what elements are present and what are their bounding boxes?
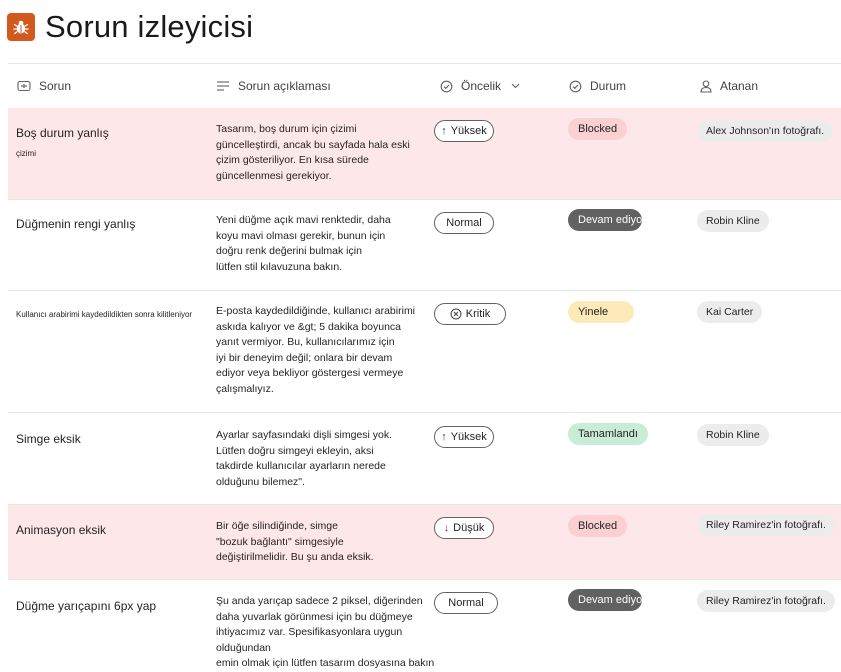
assignee-chip[interactable]: Robin Kline bbox=[697, 210, 769, 232]
description-line: Lütfen doğru simgeyi ekleyin, aksi bbox=[216, 444, 374, 457]
description-line: doğru renk değerini bulmak için bbox=[216, 245, 362, 257]
priority-label: Normal bbox=[446, 217, 482, 229]
column-header-priority[interactable]: Öncelik bbox=[440, 64, 528, 108]
description-line: Tasarım, boş durum için çizimi bbox=[216, 123, 357, 135]
priority-pill[interactable]: ↓ Düşük bbox=[434, 517, 494, 539]
issue-title[interactable]: Simge eksik bbox=[16, 431, 81, 447]
assignee-chip[interactable]: Riley Ramirez'in fotoğrafı. bbox=[697, 590, 835, 612]
description-line: değiştirilmelidir. Bu şu anda eksik. bbox=[216, 551, 374, 563]
chevron-down-icon[interactable] bbox=[511, 83, 520, 89]
description-line: takdirde kullanıcılar ayarların nerede bbox=[216, 460, 386, 472]
arrow-down-icon: ↓ bbox=[443, 522, 450, 534]
column-header-assignee[interactable]: Atanan bbox=[700, 64, 758, 108]
column-header-issue[interactable]: Sorun bbox=[17, 64, 71, 108]
description-line: askıda kalıyor ve &gt; 5 dakika boyunca bbox=[216, 320, 402, 333]
text-lines-icon bbox=[217, 81, 229, 91]
page-title: Sorun izleyicisi bbox=[45, 9, 254, 44]
description-line: Şu anda yarıçap sadece 2 piksel, diğerin… bbox=[216, 595, 423, 607]
priority-label: Normal bbox=[448, 597, 484, 609]
description-line: lütfen stil kılavuzuna bakın. bbox=[216, 260, 343, 273]
description-line: Bir öğe silindiğinde, simge bbox=[216, 520, 338, 532]
issue-title[interactable]: Animasyon eksik bbox=[16, 522, 106, 538]
table-row[interactable]: Düğme yarıçapını 6px yap Şu anda yarıçap… bbox=[8, 580, 841, 669]
description-line: E-posta kaydedildiğinde, kullanıcı arabi… bbox=[216, 305, 416, 317]
issue-title[interactable]: Düğme yarıçapını 6px yap bbox=[16, 598, 156, 614]
description-line: çalışmalıyız. bbox=[216, 382, 274, 395]
status-badge[interactable]: Yinele bbox=[568, 301, 634, 323]
assignee-chip[interactable]: Riley Ramirez'in fotoğrafı. bbox=[697, 514, 835, 536]
issue-title[interactable]: Düğmenin rengi yanlış bbox=[16, 216, 135, 232]
column-label-issue: Sorun bbox=[39, 79, 72, 93]
priority-pill[interactable]: ↑ Yüksek bbox=[434, 426, 494, 448]
app-header: Sorun izleyicisi bbox=[7, 9, 253, 45]
description-line: Ayarlar sayfasındaki dişli simgesi yok. bbox=[216, 429, 393, 441]
status-badge[interactable]: Devam ediyor bbox=[568, 589, 642, 611]
priority-label: Kritik bbox=[465, 308, 491, 320]
issue-description: Şu anda yarıçap sadece 2 piksel, diğerin… bbox=[216, 594, 452, 672]
column-header-status[interactable]: Durum bbox=[569, 64, 626, 108]
priority-label: Yüksek bbox=[450, 125, 487, 137]
priority-label: Yüksek bbox=[450, 431, 487, 443]
table-row[interactable]: Düğmenin rengi yanlış Yeni düğme açık ma… bbox=[8, 200, 841, 291]
assignee-chip[interactable]: Alex Johnson'ın fotoğrafı. bbox=[697, 120, 834, 142]
table-row[interactable]: Animasyon eksik Bir öğe silindiğinde, si… bbox=[8, 505, 841, 580]
description-line: koyu mavi olması gerekir, bunun için bbox=[216, 229, 386, 242]
priority-pill[interactable]: Kritik bbox=[434, 303, 506, 325]
priority-pill[interactable]: ↑ Yüksek bbox=[434, 120, 494, 142]
person-icon bbox=[700, 79, 712, 93]
column-label-priority: Öncelik bbox=[461, 79, 502, 93]
issue-subtitle: çizimi bbox=[16, 149, 36, 158]
description-line: Yeni düğme açık mavi renktedir, daha bbox=[216, 214, 391, 226]
arrow-up-icon: ↑ bbox=[441, 431, 447, 443]
priority-pill[interactable]: Normal bbox=[434, 592, 498, 614]
issue-description: Yeni düğme açık mavi renktedir, daha koy… bbox=[216, 213, 452, 275]
arrow-up-icon: ↑ bbox=[441, 125, 447, 137]
check-circle-icon bbox=[569, 80, 582, 92]
table-row[interactable]: Kullanıcı arabirimi kaydedildikten sonra… bbox=[8, 291, 841, 413]
status-badge[interactable]: Tamamlandı bbox=[568, 423, 648, 445]
issue-description: Ayarlar sayfasındaki dişli simgesi yok. … bbox=[216, 428, 452, 490]
issue-description: E-posta kaydedildiğinde, kullanıcı arabi… bbox=[216, 304, 452, 397]
table-row[interactable]: Boş durum yanlış çizimi Tasarım, boş dur… bbox=[8, 108, 841, 200]
status-badge[interactable]: Blocked bbox=[568, 515, 628, 537]
description-line: güncellenmesi gerekiyor. bbox=[216, 169, 332, 182]
check-circle-icon bbox=[440, 80, 453, 92]
column-label-assignee: Atanan bbox=[720, 79, 759, 93]
description-line: yanıt vermiyor. Bu, kullanıcılarımız içi… bbox=[216, 336, 395, 348]
issue-title[interactable]: Boş durum yanlış bbox=[16, 125, 109, 141]
priority-pill[interactable]: Normal bbox=[434, 212, 494, 234]
table-row[interactable]: Simge eksik Ayarlar sayfasındaki dişli s… bbox=[8, 413, 841, 505]
description-line: daha yuvarlak görünmesi için bu düğmeye bbox=[216, 610, 413, 623]
column-header-description[interactable]: Sorun açıklaması bbox=[216, 64, 331, 108]
issue-title[interactable]: Kullanıcı arabirimi kaydedildikten sonra… bbox=[16, 307, 192, 323]
table-header: Sorun Sorun açıklaması Öncelik Durum Ata bbox=[8, 63, 841, 109]
issue-description: Tasarım, boş durum için çizimi güncelleş… bbox=[216, 122, 452, 184]
issue-icon bbox=[17, 80, 31, 92]
description-line: ediyor veya bekliyor göstergesi vermeye bbox=[216, 367, 404, 379]
assignee-chip[interactable]: Robin Kline bbox=[697, 424, 769, 446]
issue-description: Bir öğe silindiğinde, simge "bozuk bağla… bbox=[216, 519, 452, 566]
priority-label: Düşük bbox=[453, 522, 485, 534]
bug-icon bbox=[7, 13, 35, 41]
description-line: güncelleştirdi, ancak bu sayfada hala es… bbox=[216, 138, 410, 151]
column-label-description: Sorun açıklaması bbox=[238, 79, 331, 93]
description-line: "bozuk bağlantı" simgesiyle bbox=[216, 535, 344, 548]
description-line: iyi bir deneyim değil; onlara bir devam bbox=[216, 351, 393, 364]
description-line: emin olmak için lütfen tasarım dosyasına… bbox=[216, 657, 435, 669]
column-label-status: Durum bbox=[590, 79, 627, 93]
status-badge[interactable]: Blocked bbox=[568, 118, 628, 140]
assignee-chip[interactable]: Kai Carter bbox=[697, 301, 763, 323]
description-line: ihtiyacımız var. Spesifikasyonlara uygun… bbox=[216, 626, 403, 654]
status-badge[interactable]: Devam ediyor bbox=[568, 209, 642, 231]
circle-x-icon bbox=[450, 308, 462, 320]
description-line: çizim gösteriliyor. En kısa sürede bbox=[216, 154, 369, 166]
description-line: olduğunu bilemez". bbox=[216, 475, 305, 488]
